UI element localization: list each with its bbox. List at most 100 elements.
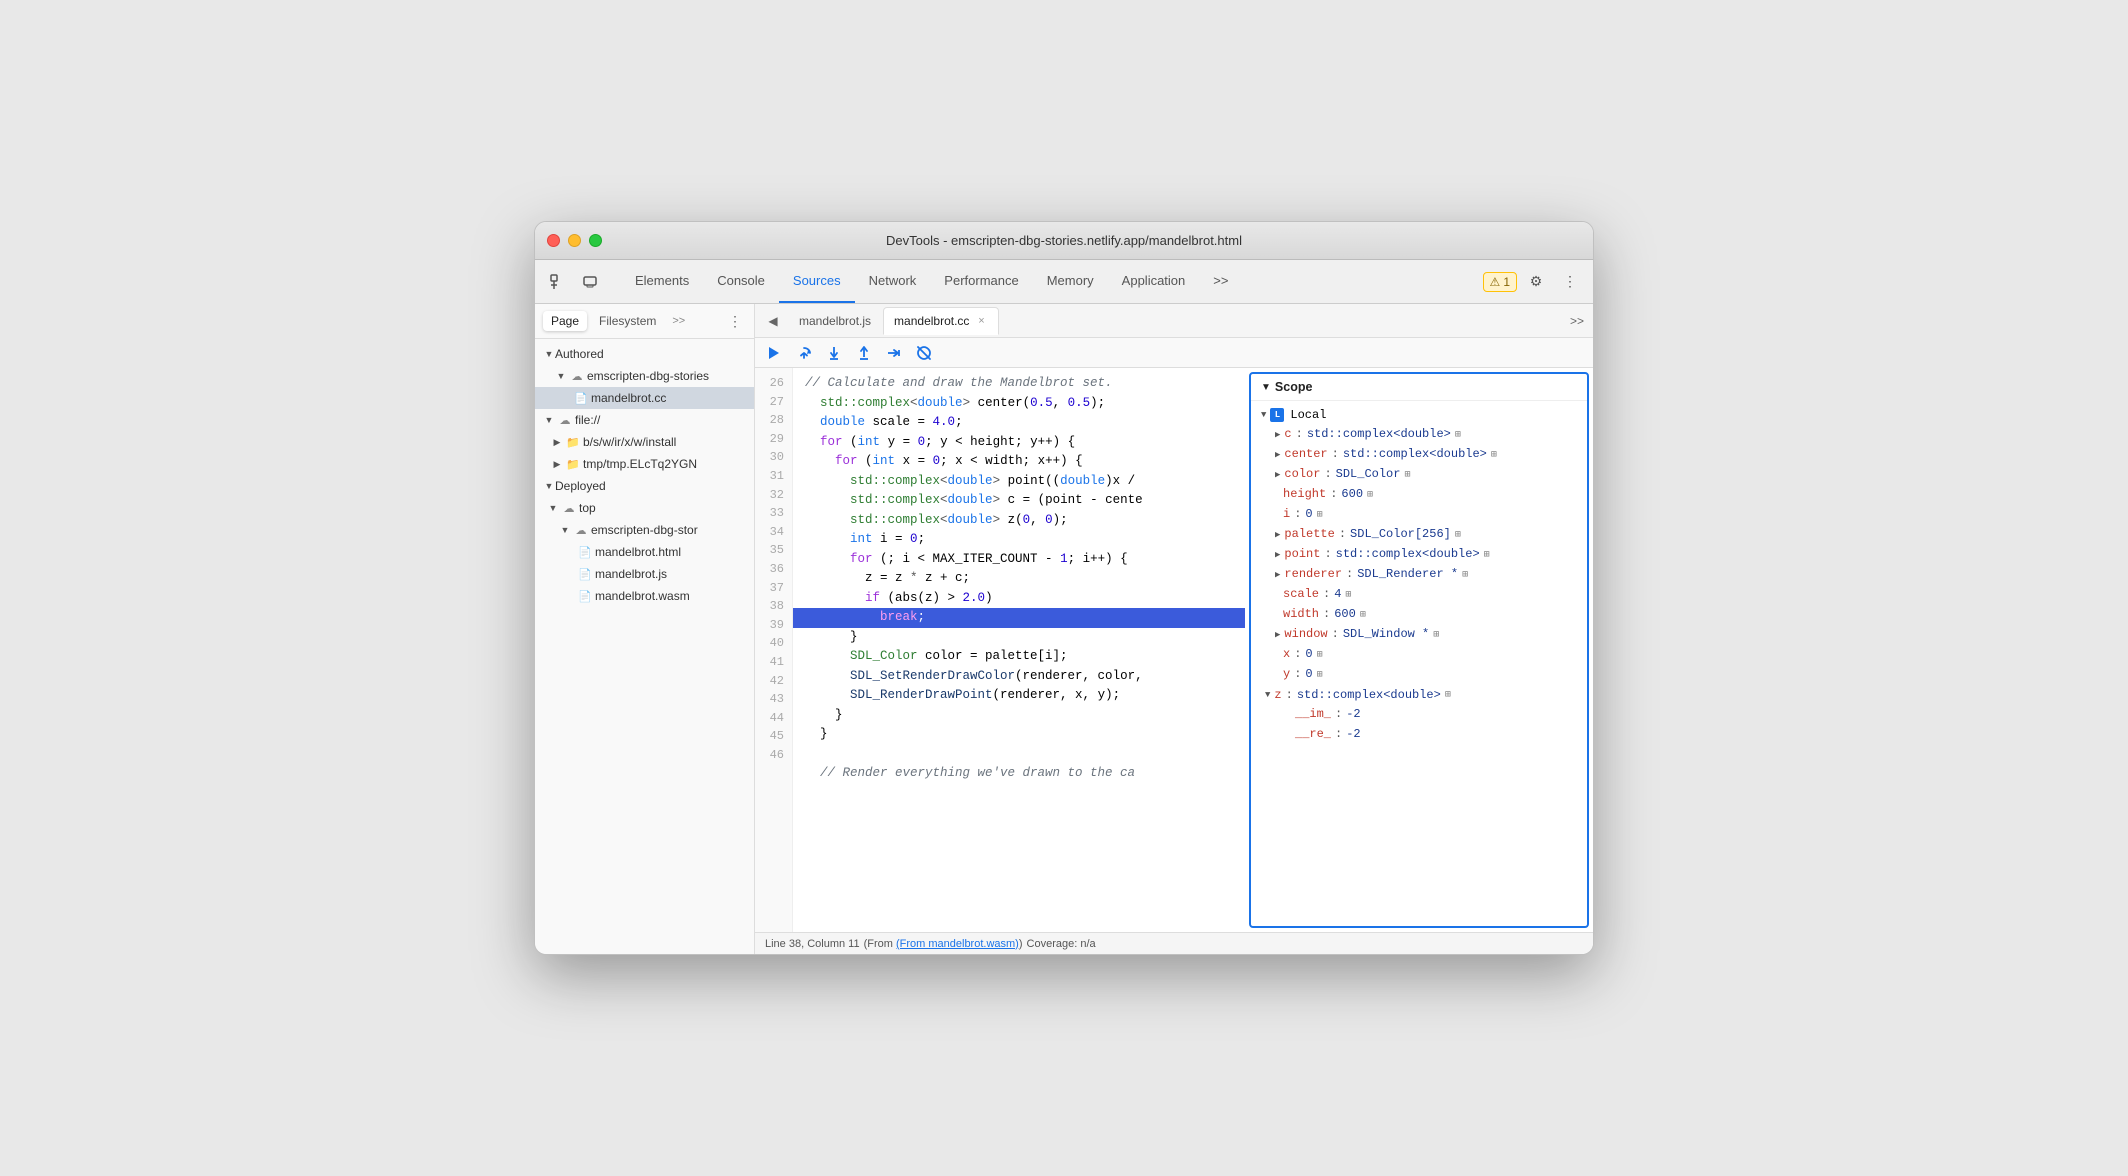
scope-item-scale[interactable]: scale : 4 ⊞ — [1251, 585, 1587, 605]
scope-item-renderer[interactable]: ▶ renderer : SDL_Renderer * ⊞ — [1251, 565, 1587, 585]
re-key: __re_ — [1295, 727, 1331, 741]
center-mem: ⊞ — [1491, 449, 1497, 461]
scope-panel: ▼ Scope ▼ L Local ▶ c — [1249, 372, 1589, 928]
warning-badge[interactable]: ⚠ 1 — [1483, 272, 1517, 292]
scope-item-color[interactable]: ▶ color : SDL_Color ⊞ — [1251, 465, 1587, 485]
tab-cc-close[interactable]: × — [974, 314, 988, 328]
scope-item-palette[interactable]: ▶ palette : SDL_Color[256] ⊞ — [1251, 525, 1587, 545]
top-cloud-icon: ☁ — [562, 501, 576, 515]
sidebar-tab-page[interactable]: Page — [543, 311, 587, 331]
resume-btn[interactable] — [763, 342, 785, 364]
scope-item-re[interactable]: __re_ : -2 — [1251, 725, 1587, 745]
tab-more-btn[interactable]: >> — [1565, 309, 1589, 333]
cc-file-icon: 📄 — [574, 391, 588, 405]
code-scope-area: 2627282930 3132333435 3637383940 4142434… — [755, 368, 1593, 932]
tree-emscripten-cloud2[interactable]: ▼ ☁ emscripten-dbg-stor — [535, 519, 754, 541]
toolbar-right: ⚠ 1 ⚙ ⋮ — [1483, 260, 1585, 303]
scope-item-z[interactable]: ▼ z : std::complex<double> ⊞ — [1251, 685, 1587, 705]
scope-body[interactable]: ▼ L Local ▶ c : std::complex<double> ⊞ — [1251, 401, 1587, 926]
tab-elements[interactable]: Elements — [621, 260, 703, 303]
scope-item-center[interactable]: ▶ center : std::complex<double> ⊞ — [1251, 445, 1587, 465]
step-over-btn[interactable] — [793, 342, 815, 364]
scope-item-i[interactable]: i : 0 ⊞ — [1251, 505, 1587, 525]
inspect-button[interactable] — [543, 267, 573, 297]
tab-more[interactable]: >> — [1199, 260, 1242, 303]
maximize-button[interactable] — [589, 234, 602, 247]
close-button[interactable] — [547, 234, 560, 247]
scope-local-section[interactable]: ▼ L Local — [1251, 405, 1587, 425]
window-arrow: ▶ — [1275, 630, 1280, 640]
re-val: -2 — [1346, 727, 1360, 741]
tree-mandelbrot-wasm[interactable]: 📄 mandelbrot.wasm — [535, 585, 754, 607]
tree-emscripten-cloud[interactable]: ▼ ☁ emscripten-dbg-stories — [535, 365, 754, 387]
x-colon: : — [1294, 647, 1301, 661]
resume-icon — [766, 345, 782, 361]
scale-val: 4 — [1334, 587, 1341, 601]
deactivate-btn[interactable] — [913, 342, 935, 364]
code-line-30: for (int x = 0; x < width; x++) { — [805, 452, 1233, 472]
tree-authored[interactable]: ▼ Authored — [535, 343, 754, 365]
tree-mandelbrot-html[interactable]: 📄 mandelbrot.html — [535, 541, 754, 563]
scope-item-point[interactable]: ▶ point : std::complex<double> ⊞ — [1251, 545, 1587, 565]
status-from-link[interactable]: (From mandelbrot.wasm) — [896, 938, 1019, 950]
code-content[interactable]: // Calculate and draw the Mandelbrot set… — [793, 368, 1245, 932]
code-editor[interactable]: 2627282930 3132333435 3637383940 4142434… — [755, 368, 1245, 932]
sidebar-tab-filesystem[interactable]: Filesystem — [591, 311, 664, 331]
step-btn[interactable] — [883, 342, 905, 364]
sidebar-tree: ▼ Authored ▼ ☁ emscripten-dbg-stories 📄 … — [535, 339, 754, 954]
sidebar-toggle[interactable]: ◀ — [759, 307, 787, 335]
code-line-41: SDL_SetRenderDrawColor(renderer, color, — [805, 667, 1233, 687]
minimize-button[interactable] — [568, 234, 581, 247]
tab-performance[interactable]: Performance — [930, 260, 1032, 303]
editor-area: ◀ mandelbrot.js mandelbrot.cc × >> — [755, 304, 1593, 954]
tab-network[interactable]: Network — [855, 260, 931, 303]
editor-tab-js[interactable]: mandelbrot.js — [789, 307, 881, 335]
tab-cc-label: mandelbrot.cc — [894, 314, 969, 328]
tab-memory[interactable]: Memory — [1033, 260, 1108, 303]
code-line-44: } — [805, 725, 1233, 745]
tree-deployed[interactable]: ▼ Deployed — [535, 475, 754, 497]
code-line-36: z = z * z + c; — [805, 569, 1233, 589]
tree-tmp[interactable]: ▶ 📁 tmp/tmp.ELcTq2YGN — [535, 453, 754, 475]
code-line-39: } — [805, 628, 1233, 648]
scope-item-im[interactable]: __im_ : -2 — [1251, 705, 1587, 725]
tree-bswirx[interactable]: ▶ 📁 b/s/w/ir/x/w/install — [535, 431, 754, 453]
scope-item-y[interactable]: y : 0 ⊞ — [1251, 665, 1587, 685]
scope-item-width[interactable]: width : 600 ⊞ — [1251, 605, 1587, 625]
cloud-icon-2: ☁ — [574, 523, 588, 537]
scope-item-height[interactable]: height : 600 ⊞ — [1251, 485, 1587, 505]
settings-button[interactable]: ⚙ — [1521, 267, 1551, 297]
toolbar-tabs: Elements Console Sources Network Perform… — [621, 260, 1483, 303]
more-button[interactable]: ⋮ — [1555, 267, 1585, 297]
device-button[interactable] — [575, 267, 605, 297]
tab-console[interactable]: Console — [703, 260, 779, 303]
tree-mandelbrot-js[interactable]: 📄 mandelbrot.js — [535, 563, 754, 585]
authored-arrow: ▼ — [543, 348, 555, 360]
device-icon — [582, 274, 598, 290]
code-line-32: std::complex<double> c = (point - cente — [805, 491, 1233, 511]
tree-mandelbrot-cc[interactable]: 📄 mandelbrot.cc — [535, 387, 754, 409]
center-colon: : — [1332, 447, 1339, 461]
code-line-33: std::complex<double> z(0, 0); — [805, 511, 1233, 531]
sidebar-menu-button[interactable]: ⋮ — [724, 310, 746, 332]
step-into-btn[interactable] — [823, 342, 845, 364]
sidebar: Page Filesystem >> ⋮ ▼ Authored ▼ ☁ emsc… — [535, 304, 755, 954]
scope-item-c[interactable]: ▶ c : std::complex<double> ⊞ — [1251, 425, 1587, 445]
sidebar-tab-more[interactable]: >> — [668, 313, 689, 329]
devtools-window: DevTools - emscripten-dbg-stories.netlif… — [534, 221, 1594, 955]
z-mem: ⊞ — [1445, 689, 1451, 701]
tab-application[interactable]: Application — [1108, 260, 1200, 303]
scope-item-window[interactable]: ▶ window : SDL_Window * ⊞ — [1251, 625, 1587, 645]
palette-key: palette — [1284, 527, 1334, 541]
html-icon: 📄 — [578, 545, 592, 559]
tab-sources[interactable]: Sources — [779, 260, 855, 303]
editor-tab-cc[interactable]: mandelbrot.cc × — [883, 307, 999, 335]
window-mem: ⊞ — [1433, 629, 1439, 641]
renderer-colon: : — [1346, 567, 1353, 581]
scope-item-x[interactable]: x : 0 ⊞ — [1251, 645, 1587, 665]
center-arrow: ▶ — [1275, 450, 1280, 460]
tree-top[interactable]: ▼ ☁ top — [535, 497, 754, 519]
main-content: Page Filesystem >> ⋮ ▼ Authored ▼ ☁ emsc… — [535, 304, 1593, 954]
tree-file[interactable]: ▼ ☁ file:// — [535, 409, 754, 431]
step-out-btn[interactable] — [853, 342, 875, 364]
